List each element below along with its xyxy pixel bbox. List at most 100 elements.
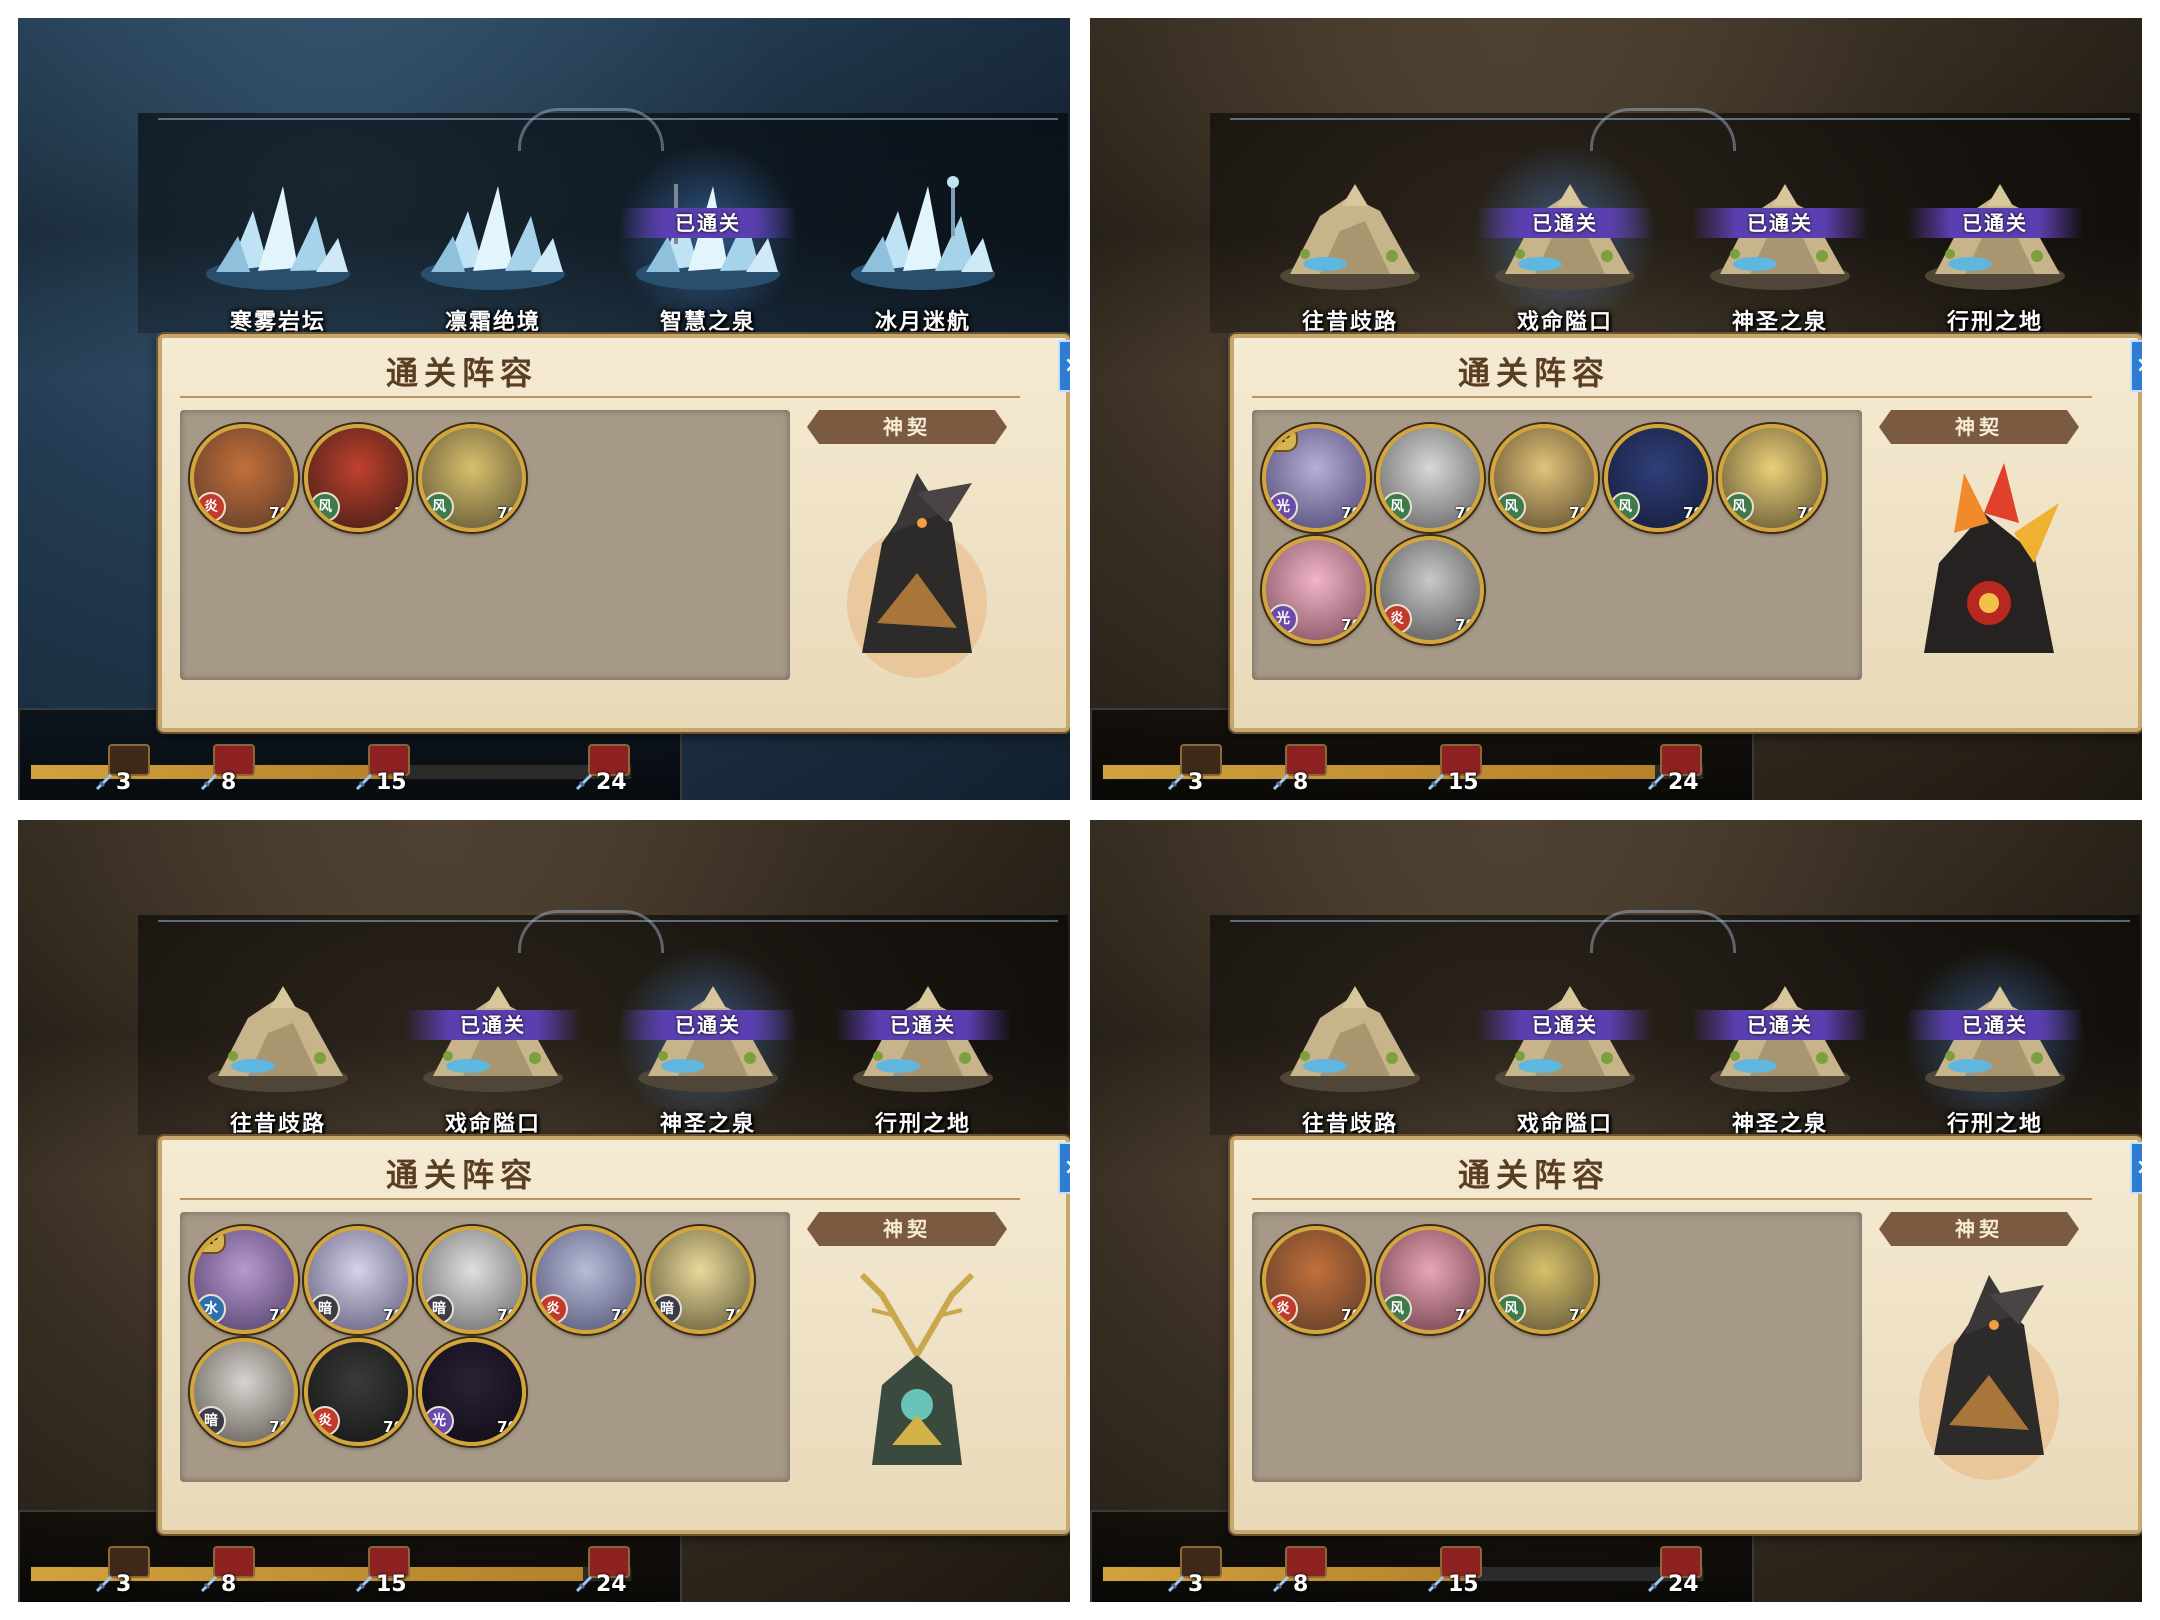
milestone-reward[interactable]: 15 bbox=[1422, 744, 1492, 798]
milestone-reward[interactable]: 3 bbox=[90, 744, 160, 798]
stage-node[interactable]: 已通关 行刑之地 bbox=[823, 938, 1023, 1138]
pact-label: 神契 bbox=[807, 410, 1007, 444]
stage-node[interactable]: 已通关 戏命隘口 bbox=[1465, 938, 1665, 1138]
stage-node[interactable]: 往昔歧路 bbox=[1250, 938, 1450, 1138]
sword-icon bbox=[354, 770, 376, 792]
wolf-fire-icon bbox=[1924, 463, 2059, 653]
stage-name: 戏命隘口 bbox=[1516, 310, 1613, 335]
sp-badge: SP bbox=[1266, 428, 1298, 452]
hero-avatar[interactable]: 风 70 bbox=[1718, 424, 1826, 532]
stage-node[interactable]: 已通关 戏命隘口 bbox=[1465, 136, 1665, 336]
milestone-reward[interactable]: 3 bbox=[1162, 1546, 1232, 1600]
dark-element-icon: 暗 bbox=[652, 1294, 682, 1324]
hero-avatar[interactable]: 暗 70 bbox=[190, 1338, 298, 1446]
milestone-reward[interactable]: 8 bbox=[195, 1546, 265, 1600]
milestone-reward[interactable]: 24 bbox=[570, 744, 640, 798]
cleared-badge: 已通关 bbox=[835, 1010, 1011, 1040]
hero-avatar[interactable]: 炎 70 bbox=[1262, 1226, 1370, 1334]
hero-avatar[interactable]: 风1 bbox=[304, 424, 412, 532]
milestone-reward[interactable]: 8 bbox=[195, 744, 265, 798]
stage-node[interactable]: 已通关 智慧之泉 bbox=[608, 136, 808, 336]
hero-avatar[interactable]: 光 70 SP bbox=[1262, 424, 1370, 532]
hero-level: 70 bbox=[269, 1306, 290, 1324]
clear-lineup-card: 通关阵容 炎 70 风 70 风 70 神契 bbox=[1230, 1136, 2142, 1534]
milestone-reward[interactable]: 15 bbox=[1422, 1546, 1492, 1600]
milestone-reward[interactable]: 8 bbox=[1267, 744, 1337, 798]
hero-avatar[interactable]: 风 70 bbox=[1376, 424, 1484, 532]
stage-node[interactable]: 凛霜绝境 bbox=[393, 136, 593, 336]
hero-avatar[interactable]: 暗 70 bbox=[304, 1226, 412, 1334]
close-button[interactable]: × bbox=[1058, 340, 1070, 392]
stage-name: 戏命隘口 bbox=[1516, 1112, 1613, 1137]
wind-element-icon: 风 bbox=[1496, 492, 1526, 522]
hero-avatar[interactable]: 暗 70 bbox=[646, 1226, 754, 1334]
stage-panel-3: 往昔歧路 已通关 戏命隘口 已通关 神圣之泉 已通关 行刑之地 3 8 15 24 通关阵容 水7… bbox=[18, 820, 1070, 1602]
pact-creature-art bbox=[1894, 1255, 2074, 1485]
hero-level: 70 bbox=[497, 1418, 518, 1436]
milestone-count: 24 bbox=[1668, 770, 1699, 795]
stage-node[interactable]: 往昔歧路 bbox=[1250, 136, 1450, 336]
milestone-reward[interactable]: 15 bbox=[350, 1546, 420, 1600]
hero-avatar[interactable]: 水 70 SP bbox=[190, 1226, 298, 1334]
stage-name: 往昔歧路 bbox=[1301, 1112, 1398, 1137]
milestone-reward[interactable]: 24 bbox=[1642, 1546, 1712, 1600]
sword-icon bbox=[199, 1572, 221, 1594]
hero-avatar[interactable]: 风 70 bbox=[1490, 1226, 1598, 1334]
milestone-reward[interactable]: 24 bbox=[570, 1546, 640, 1600]
cleared-badge: 已通关 bbox=[1477, 208, 1653, 238]
cleared-badge: 已通关 bbox=[1692, 1010, 1868, 1040]
team-lineup-area: 炎 70 风 70 风 70 bbox=[1252, 1212, 1862, 1482]
hero-level: 70 bbox=[1569, 1306, 1590, 1324]
light-element-icon: 光 bbox=[424, 1406, 454, 1436]
hero-avatar[interactable]: 风 70 bbox=[418, 424, 526, 532]
sword-icon bbox=[1426, 770, 1448, 792]
stage-node[interactable]: 已通关 神圣之泉 bbox=[1680, 136, 1880, 336]
stage-node[interactable]: 已通关 戏命隘口 bbox=[393, 938, 593, 1138]
hero-level: 70 bbox=[383, 1306, 404, 1324]
ice-island-icon bbox=[206, 186, 350, 290]
sword-icon bbox=[1271, 770, 1293, 792]
hero-avatar[interactable]: 光 70 bbox=[1262, 536, 1370, 644]
stage-node[interactable]: 寒雾岩坛 bbox=[178, 136, 378, 336]
close-button[interactable]: × bbox=[2130, 340, 2142, 392]
stage-node[interactable]: 冰月迷航 bbox=[823, 136, 1023, 336]
milestone-count: 3 bbox=[1188, 770, 1204, 795]
milestone-reward[interactable]: 3 bbox=[1162, 744, 1232, 798]
stage-node[interactable]: 已通关 神圣之泉 bbox=[1680, 938, 1880, 1138]
stage-name: 戏命隘口 bbox=[444, 1112, 541, 1137]
stage-name: 行刑之地 bbox=[874, 1112, 971, 1137]
hero-avatar[interactable]: 炎 70 bbox=[190, 424, 298, 532]
hero-avatar[interactable]: 光 70 bbox=[418, 1338, 526, 1446]
stage-node[interactable]: 已通关 行刑之地 bbox=[1895, 136, 2095, 336]
pact-label: 神契 bbox=[1879, 410, 2079, 444]
dragon-dark-icon bbox=[1919, 1275, 2059, 1480]
close-button[interactable]: × bbox=[1058, 1142, 1070, 1194]
hero-avatar[interactable]: 风 70 bbox=[1490, 424, 1598, 532]
wind-element-icon: 风 bbox=[1382, 1294, 1412, 1324]
hero-avatar[interactable]: 炎 70 bbox=[1376, 536, 1484, 644]
milestone-reward[interactable]: 24 bbox=[1642, 744, 1712, 798]
stage-island bbox=[843, 176, 1003, 296]
hero-avatar[interactable]: 风 70 bbox=[1604, 424, 1712, 532]
milestone-reward[interactable]: 8 bbox=[1267, 1546, 1337, 1600]
ice-island-icon bbox=[851, 176, 995, 290]
stage-node[interactable]: 已通关 神圣之泉 bbox=[608, 938, 808, 1138]
close-button[interactable]: × bbox=[2130, 1142, 2142, 1194]
stage-island bbox=[1270, 978, 1430, 1098]
dark-element-icon: 暗 bbox=[310, 1294, 340, 1324]
fire-element-icon: 炎 bbox=[1382, 604, 1412, 634]
hero-avatar[interactable]: 暗 70 bbox=[418, 1226, 526, 1334]
hero-level: 70 bbox=[611, 1306, 632, 1324]
milestone-reward[interactable]: 3 bbox=[90, 1546, 160, 1600]
hero-avatar[interactable]: 炎 70 bbox=[532, 1226, 640, 1334]
light-element-icon: 光 bbox=[1268, 604, 1298, 634]
stage-name: 神圣之泉 bbox=[659, 1112, 756, 1137]
stage-node[interactable]: 往昔歧路 bbox=[178, 938, 378, 1138]
milestone-count: 8 bbox=[221, 770, 237, 795]
stage-node[interactable]: 已通关 行刑之地 bbox=[1895, 938, 2095, 1138]
stage-island bbox=[413, 176, 573, 296]
hero-avatar[interactable]: 炎 70 bbox=[304, 1338, 412, 1446]
milestone-reward[interactable]: 15 bbox=[350, 744, 420, 798]
hero-avatar[interactable]: 风 70 bbox=[1376, 1226, 1484, 1334]
team-lineup-area: 水 70 SP 暗 70 暗 70 炎 70 暗 70 暗 70 炎 70 光 70 bbox=[180, 1212, 790, 1482]
